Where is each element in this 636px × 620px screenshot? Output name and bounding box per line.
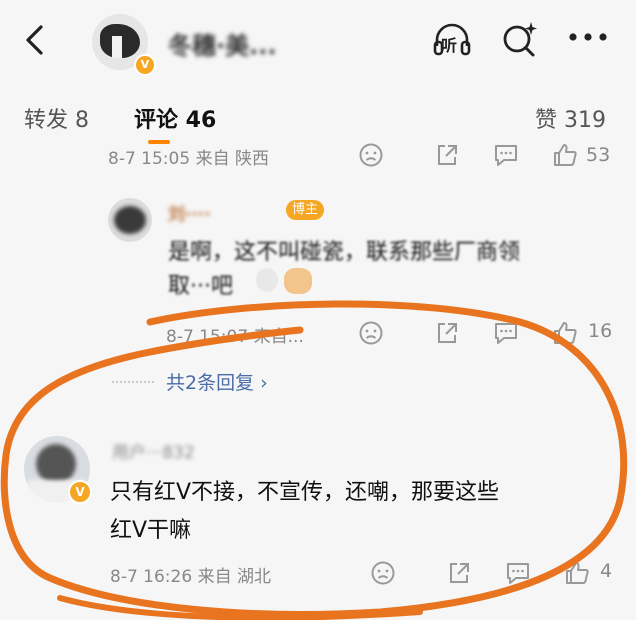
like-thumb-icon[interactable] xyxy=(552,320,578,346)
like-count: 53 xyxy=(586,144,611,166)
more-options-icon[interactable] xyxy=(566,30,610,44)
top-bar: V 冬穗·美... 听 xyxy=(0,0,636,84)
commenter-avatar[interactable] xyxy=(108,198,152,242)
dislike-face-icon[interactable] xyxy=(370,560,396,586)
share-icon[interactable] xyxy=(446,560,472,586)
share-icon[interactable] xyxy=(434,142,460,168)
search-sparkle-icon[interactable] xyxy=(500,20,540,60)
back-arrow-icon[interactable] xyxy=(18,22,54,58)
like-count: 16 xyxy=(588,320,613,342)
like-thumb-icon[interactable] xyxy=(564,560,590,586)
comment-meta: 8-7 15:07 来自... xyxy=(166,327,304,347)
tab-bar: 转发 8 评论 46 赞 319 xyxy=(0,88,636,148)
tab-comments[interactable]: 评论 46 xyxy=(134,102,216,134)
author-name-title[interactable]: 冬穗·美... xyxy=(168,26,276,61)
dog-emoji-icon xyxy=(284,268,312,294)
reply-comment-icon[interactable] xyxy=(492,320,520,346)
comment-meta: 8-7 16:26 来自 湖北 xyxy=(110,567,271,587)
comment-item: 刘···· 博主 是啊，这不叫碰瓷，联系那些厂商领 取···吧 8-7 15:0… xyxy=(0,188,636,348)
comment-text-line2: 取···吧 xyxy=(168,274,233,299)
listen-label[interactable]: 听 xyxy=(441,32,457,56)
reply-comment-icon[interactable] xyxy=(492,142,520,168)
tab-likes[interactable]: 赞 319 xyxy=(535,102,606,134)
verified-badge-icon: V xyxy=(134,54,156,76)
share-icon[interactable] xyxy=(434,320,460,346)
reply-divider xyxy=(112,381,154,383)
like-count: 4 xyxy=(600,560,613,582)
comment-text-line2: 红V干嘛 xyxy=(110,518,192,543)
dislike-face-icon[interactable] xyxy=(358,142,384,168)
comment-text-line1: 只有红V不接，不宣传，还嘲，那要这些 xyxy=(110,480,500,505)
dislike-face-icon[interactable] xyxy=(358,320,384,346)
commenter-name[interactable]: 用户···832 xyxy=(112,438,195,463)
verified-badge-icon: V xyxy=(68,480,92,504)
sticker-emoji-icon xyxy=(256,268,278,292)
comment-text-line1: 是啊，这不叫碰瓷，联系那些厂商领 xyxy=(168,240,521,265)
comment-item: V 用户···832 只有红V不接，不宣传，还嘲，那要这些 红V干嘛 8-7 1… xyxy=(0,430,636,590)
reply-comment-icon[interactable] xyxy=(504,560,532,586)
comment-meta: 8-7 15:05 来自 陕西 xyxy=(108,149,269,169)
like-thumb-icon[interactable] xyxy=(552,142,578,168)
author-badge: 博主 xyxy=(286,200,325,220)
tab-reposts[interactable]: 转发 8 xyxy=(24,102,89,134)
more-replies-link[interactable]: 共2条回复 › xyxy=(166,368,268,395)
next-comment-preview xyxy=(168,606,288,620)
comment-item: 8-7 15:05 来自 陕西 53 xyxy=(0,142,636,170)
commenter-name[interactable]: 刘···· xyxy=(168,200,211,225)
